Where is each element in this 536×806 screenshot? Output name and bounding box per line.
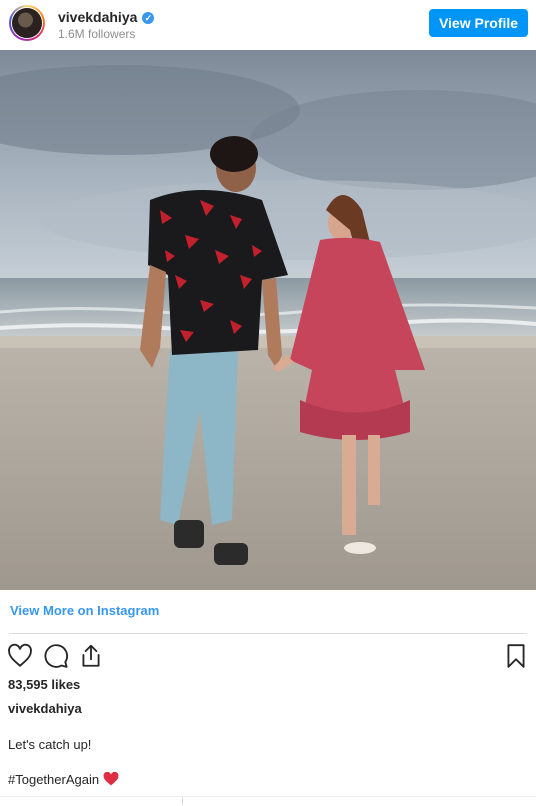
avatar[interactable] (9, 5, 45, 41)
post-photo[interactable] (0, 50, 536, 590)
post-header: vivekdahiya ✓ 1.6M followers View Profile (0, 0, 536, 48)
caption-username[interactable]: vivekdahiya (8, 701, 82, 716)
heart-icon[interactable] (7, 643, 33, 669)
like-count[interactable]: 83,595 likes (8, 677, 80, 692)
view-profile-button[interactable]: View Profile (429, 9, 528, 37)
caption-text: Let's catch up! (8, 737, 92, 752)
avatar-image (12, 8, 42, 38)
hashtag-line: #TogetherAgain (8, 771, 119, 789)
username[interactable]: vivekdahiya (58, 9, 137, 25)
hashtag-link[interactable]: #TogetherAgain (8, 772, 99, 787)
bookmark-icon[interactable] (503, 643, 529, 669)
follower-count: 1.6M followers (58, 27, 136, 41)
divider (9, 633, 527, 634)
verified-badge-icon: ✓ (142, 12, 155, 24)
footer-divider (0, 796, 536, 797)
footer-tick (182, 797, 183, 805)
beach-photo-illustration (0, 50, 536, 590)
share-icon[interactable] (78, 643, 104, 669)
username-row[interactable]: vivekdahiya ✓ (58, 9, 155, 25)
view-more-link[interactable]: View More on Instagram (10, 603, 159, 618)
comment-icon[interactable] (43, 643, 69, 669)
red-heart-icon (103, 771, 119, 789)
